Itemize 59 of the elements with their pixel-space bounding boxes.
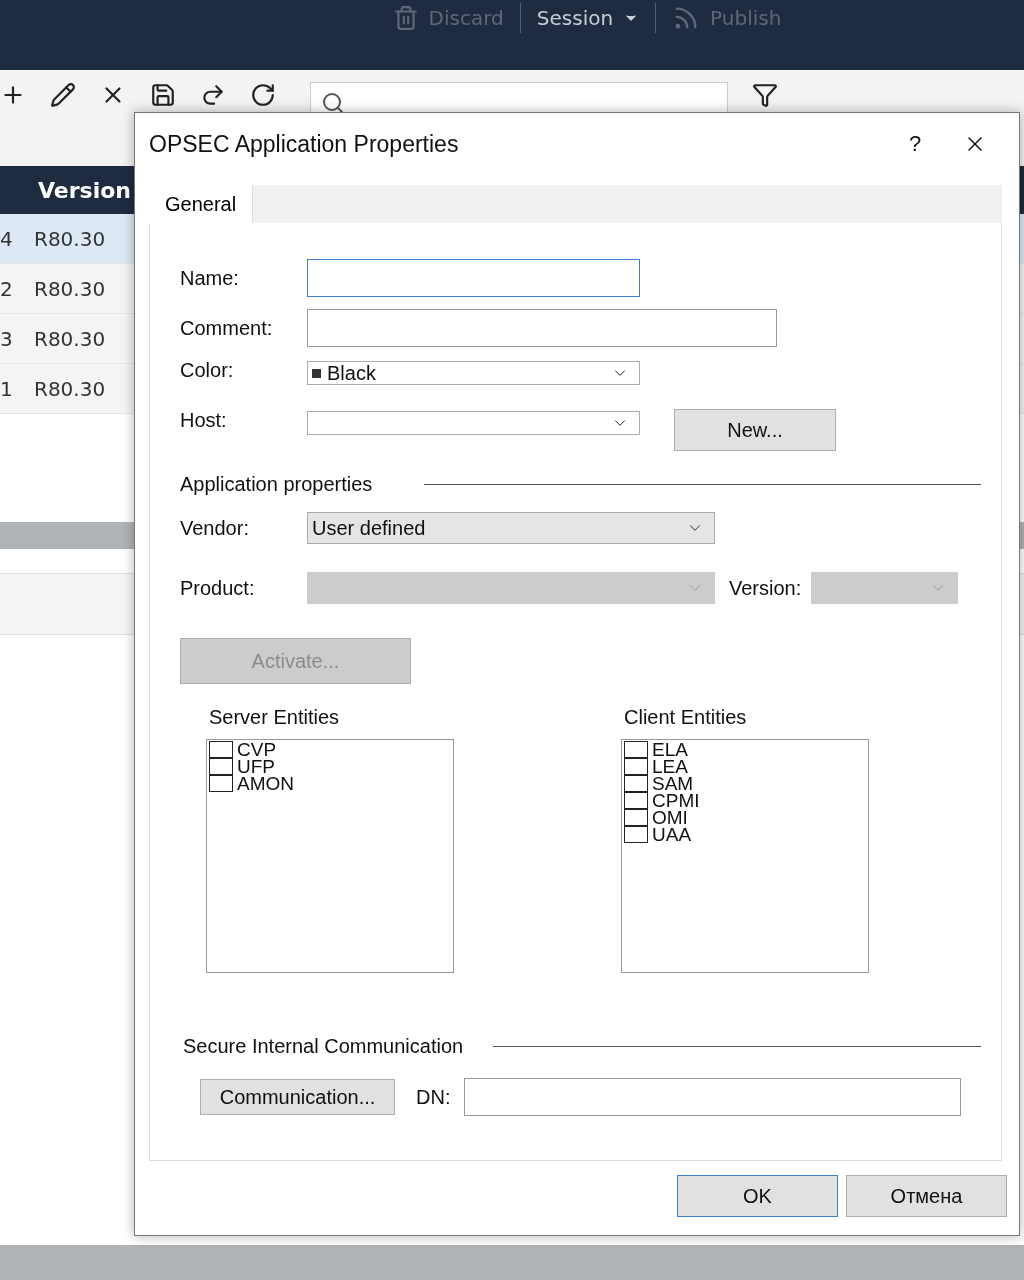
column-header[interactable]: Version <box>0 177 131 203</box>
pencil-icon[interactable] <box>50 82 76 108</box>
table-cell-text: 1 <box>0 376 14 401</box>
filter-icon[interactable] <box>752 82 778 108</box>
table-cell-text: 2 <box>0 276 14 301</box>
table-cell-text: R80.30 <box>34 326 107 351</box>
checkbox-label: CPMI <box>652 792 700 809</box>
section-title: Secure Internal Communication <box>183 1035 464 1058</box>
cancel-button[interactable]: Отмена <box>846 1175 1007 1217</box>
dn-field[interactable] <box>464 1078 962 1116</box>
field-label: Host: <box>180 409 228 432</box>
checkbox[interactable] <box>624 758 648 775</box>
field-label: DN: <box>416 1085 451 1109</box>
tab[interactable]: General <box>149 185 254 223</box>
table-cell-text: 4 <box>0 226 14 251</box>
help-button[interactable]: ? <box>885 130 945 158</box>
checkbox[interactable] <box>624 775 648 792</box>
vendor-select[interactable]: User defined <box>307 512 715 544</box>
search-icon <box>321 91 345 115</box>
new-button[interactable]: New... <box>674 409 836 451</box>
text-field[interactable] <box>307 259 640 297</box>
table-cell-text: 3 <box>0 326 14 351</box>
text-field[interactable] <box>307 309 777 347</box>
field-label: Name: <box>180 266 240 290</box>
table-cell-text: R80.30 <box>34 276 107 301</box>
checkbox-label: AMON <box>237 775 294 792</box>
section-title: Application properties <box>180 473 373 496</box>
session-button[interactable]: Session <box>520 0 656 36</box>
table-cell-text: R80.30 <box>34 376 107 401</box>
checkbox[interactable] <box>209 775 233 792</box>
field-label: Vendor: <box>180 516 250 540</box>
checkbox-label: ELA <box>652 741 688 758</box>
checkbox-label: UAA <box>652 826 692 843</box>
redo-icon[interactable] <box>200 82 226 108</box>
checkbox[interactable] <box>624 741 648 758</box>
checkbox[interactable] <box>624 809 648 826</box>
ok-button[interactable]: OK <box>677 1175 838 1217</box>
table-cell-text: R80.30 <box>34 226 107 251</box>
checkbox[interactable] <box>209 741 233 758</box>
checkbox[interactable] <box>209 758 233 775</box>
field-label: Product: <box>180 576 256 600</box>
communication-button[interactable]: Communication... <box>200 1079 395 1115</box>
checkbox-label: UFP <box>237 758 275 775</box>
list-title: Server Entities <box>209 706 341 729</box>
checkbox-label: OMI <box>652 809 688 826</box>
trash-icon <box>392 5 419 31</box>
checkbox-label: CVP <box>237 741 277 758</box>
checkbox-label: LEA <box>652 758 688 775</box>
checkbox-label: SAM <box>652 775 694 792</box>
field-label: Version: <box>729 576 802 600</box>
refresh-icon[interactable] <box>250 82 276 108</box>
color-select[interactable]: Black <box>307 361 640 385</box>
list-title: Client Entities <box>624 706 748 729</box>
dialog-title: OPSEC Application Properties <box>149 130 460 158</box>
save-icon[interactable] <box>150 82 176 108</box>
field-label: Color: <box>180 359 235 382</box>
field-label: Comment: <box>180 316 274 340</box>
checkbox[interactable] <box>624 826 648 843</box>
checkbox[interactable] <box>624 792 648 809</box>
